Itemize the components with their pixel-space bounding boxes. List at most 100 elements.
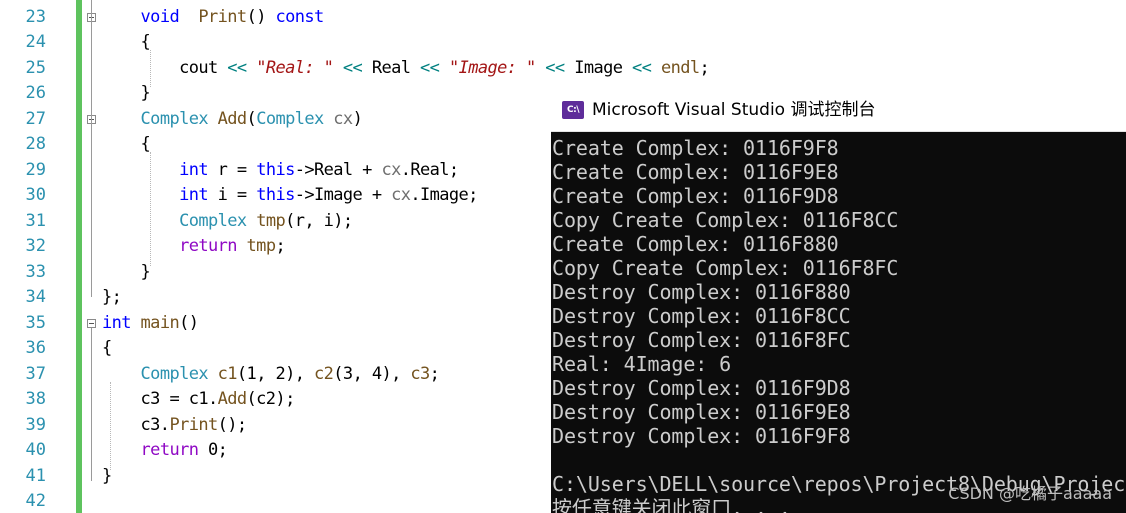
line-number: 31 <box>25 210 46 231</box>
indent-guide <box>150 50 151 87</box>
line-number: 27 <box>25 108 46 129</box>
code-token: cout <box>102 57 228 78</box>
code-token: endl <box>660 57 700 78</box>
code-token: ->Real + <box>294 159 382 180</box>
console-output-line: Copy Create Complex: 0116F8CC <box>552 208 899 232</box>
code-token: 0; <box>198 440 228 460</box>
code-token: << <box>632 57 652 78</box>
line-number: 25 <box>25 57 46 78</box>
line-number: 39 <box>25 414 46 435</box>
console-output-line: Destroy Complex: 0116F880 <box>552 280 851 304</box>
code-token: ; <box>699 57 710 78</box>
console-output-line: Copy Create Complex: 0116F8FC <box>552 256 899 280</box>
code-token: }; <box>102 287 122 307</box>
code-token: ; <box>429 363 440 384</box>
console-output-line: Create Complex: 0116F880 <box>552 232 839 256</box>
code-token: tmp <box>246 236 277 256</box>
code-token: void <box>140 6 180 27</box>
code-token: } <box>102 83 151 103</box>
code-text: cout << "Real: " << Real << "Image: " <<… <box>102 56 710 82</box>
code-token: } <box>102 261 151 282</box>
code-token: c3 = c1. <box>102 389 219 409</box>
code-line[interactable]: 24 { <box>0 30 1126 56</box>
code-text: int main() <box>102 311 199 337</box>
code-token: .Real; <box>400 159 459 180</box>
code-token: << <box>545 57 565 78</box>
code-text: } <box>102 260 151 286</box>
line-number: 33 <box>25 261 46 282</box>
code-text: int i = this->Image + cx.Image; <box>102 183 478 209</box>
line-number: 35 <box>25 312 46 333</box>
code-token: << <box>420 57 440 78</box>
line-number: 42 <box>25 491 46 511</box>
line-number: 36 <box>25 338 46 358</box>
code-token: c2 <box>314 363 334 384</box>
code-text: return 0; <box>102 438 228 464</box>
console-app-icon: C:\ <box>562 101 584 119</box>
code-token: << <box>227 57 247 78</box>
code-token: tmp <box>256 210 286 231</box>
line-number: 37 <box>25 363 46 384</box>
console-output[interactable]: Create Complex: 0116F9F8 Create Complex: … <box>551 136 1126 513</box>
code-text: }; <box>102 285 122 311</box>
line-number: 28 <box>25 134 46 154</box>
code-token: r = <box>208 159 257 180</box>
code-token: Print <box>198 6 247 27</box>
console-output-line: Destroy Complex: 0116F9E8 <box>552 400 851 424</box>
code-token: ; <box>275 236 286 256</box>
debug-console-window[interactable]: C:\ Microsoft Visual Studio 调试控制台 Create… <box>551 88 1126 513</box>
code-text: c3 = c1.Add(c2); <box>102 387 296 413</box>
console-output-line: Create Complex: 0116F9E8 <box>552 160 839 184</box>
line-number: 30 <box>25 185 46 205</box>
console-output-line: 按任意键关闭此窗口. . . <box>552 496 791 513</box>
code-token: << <box>342 57 363 78</box>
code-token: ( <box>246 108 257 129</box>
code-token: Complex <box>256 108 324 129</box>
console-output-line: Destroy Complex: 0116F9F8 <box>552 424 851 448</box>
code-token: (); <box>217 414 248 435</box>
console-output-line: Real: 4Image: 6 <box>552 352 732 376</box>
console-titlebar[interactable]: C:\ Microsoft Visual Studio 调试控制台 <box>551 88 1126 132</box>
code-token: int <box>102 312 132 333</box>
code-line[interactable]: 23 void Print() const <box>0 5 1126 31</box>
code-token: () <box>179 312 199 333</box>
code-token: this <box>256 185 295 205</box>
code-token: ) <box>352 108 363 129</box>
code-text: { <box>102 132 151 158</box>
code-token: this <box>256 159 295 180</box>
console-output-line: Destroy Complex: 0116F8FC <box>552 328 851 352</box>
console-output-line: Destroy Complex: 0116F8CC <box>552 304 851 328</box>
code-text: Complex Add(Complex cx) <box>102 107 363 133</box>
code-token: { <box>102 338 112 358</box>
code-token: cx <box>381 159 401 180</box>
code-text: void Print() const <box>102 5 325 31</box>
fold-collapse-icon[interactable] <box>87 318 96 328</box>
code-token: int <box>179 159 209 180</box>
line-number: 29 <box>25 159 46 180</box>
code-token: (r, i); <box>285 210 353 231</box>
fold-region-line <box>91 327 92 481</box>
line-number: 23 <box>25 6 46 27</box>
line-number: 26 <box>25 83 46 103</box>
code-line[interactable]: 25 cout << "Real: " << Real << "Image: "… <box>0 56 1126 82</box>
watermark: CSDN @吃橘子aaaaa <box>948 484 1112 503</box>
code-token: Complex <box>140 108 209 129</box>
console-output-line: Create Complex: 0116F9F8 <box>552 136 839 160</box>
code-text: int r = this->Real + cx.Real; <box>102 158 459 184</box>
line-number: 32 <box>25 236 46 256</box>
code-token: Complex <box>140 363 209 384</box>
code-token: .Image; <box>410 185 478 205</box>
